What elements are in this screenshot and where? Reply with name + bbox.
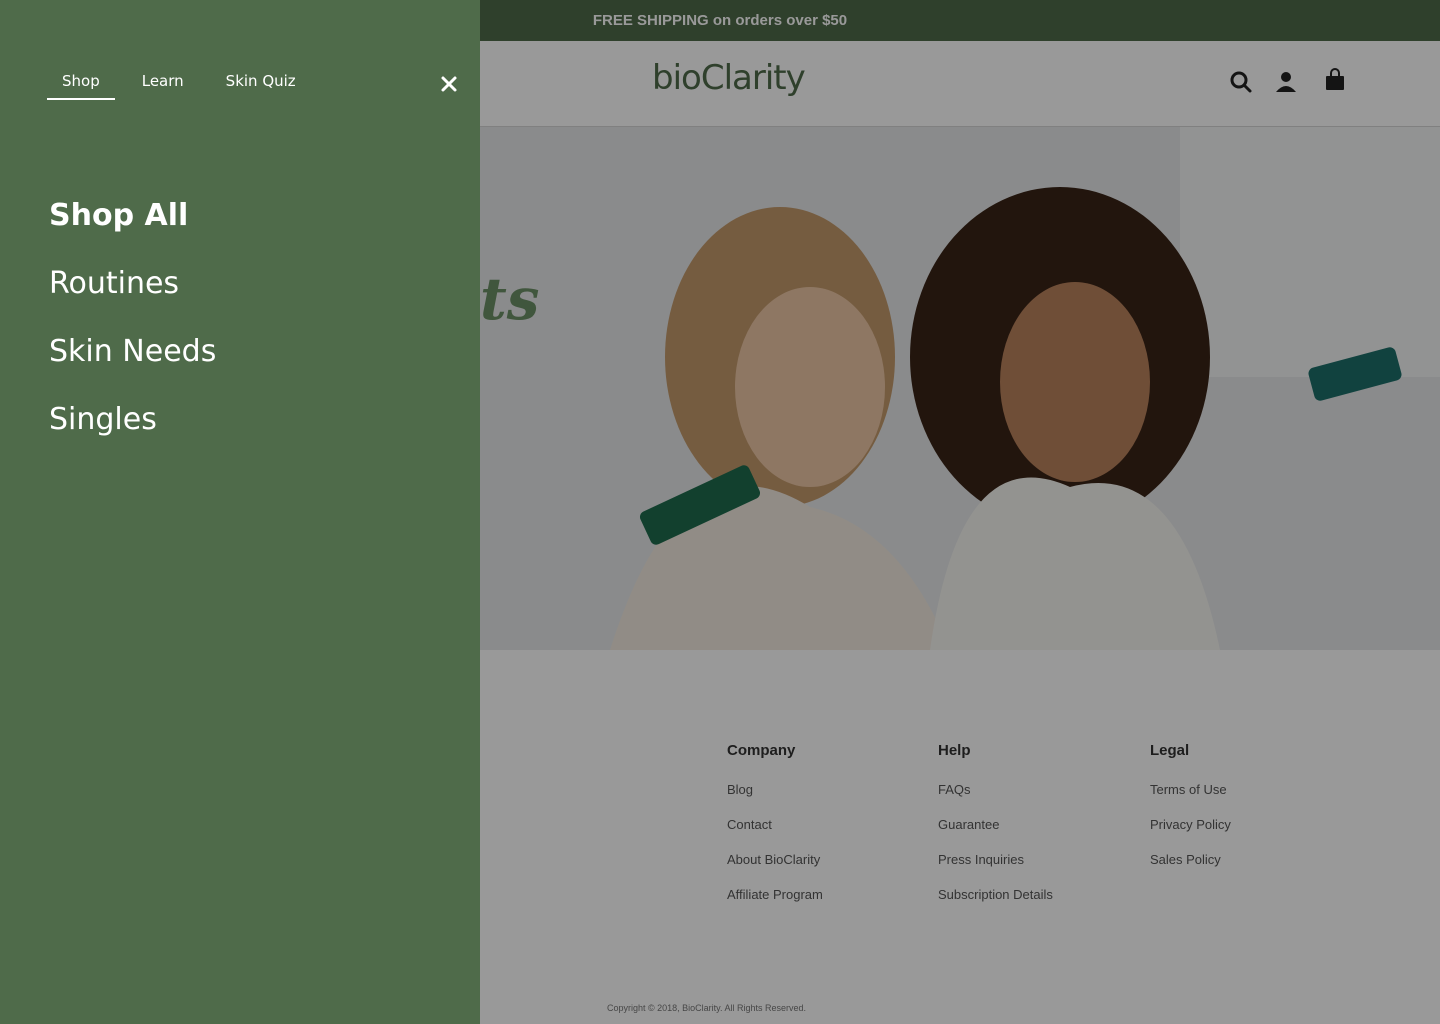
menu-item-singles[interactable]: Singles xyxy=(49,399,216,467)
dim-overlay[interactable] xyxy=(480,0,1440,1024)
tab-learn[interactable]: Learn xyxy=(127,66,199,100)
menu-item-routines[interactable]: Routines xyxy=(49,263,216,331)
menu-item-skin-needs[interactable]: Skin Needs xyxy=(49,331,216,399)
close-icon[interactable] xyxy=(438,73,460,95)
navigation-drawer: Shop Learn Skin Quiz Shop All Routines S… xyxy=(0,0,480,1024)
drawer-menu: Shop All Routines Skin Needs Singles xyxy=(49,195,216,467)
menu-item-shop-all[interactable]: Shop All xyxy=(49,195,216,263)
tab-shop[interactable]: Shop xyxy=(47,66,115,100)
tab-skin-quiz[interactable]: Skin Quiz xyxy=(211,66,311,100)
drawer-tabs: Shop Learn Skin Quiz xyxy=(47,66,323,100)
